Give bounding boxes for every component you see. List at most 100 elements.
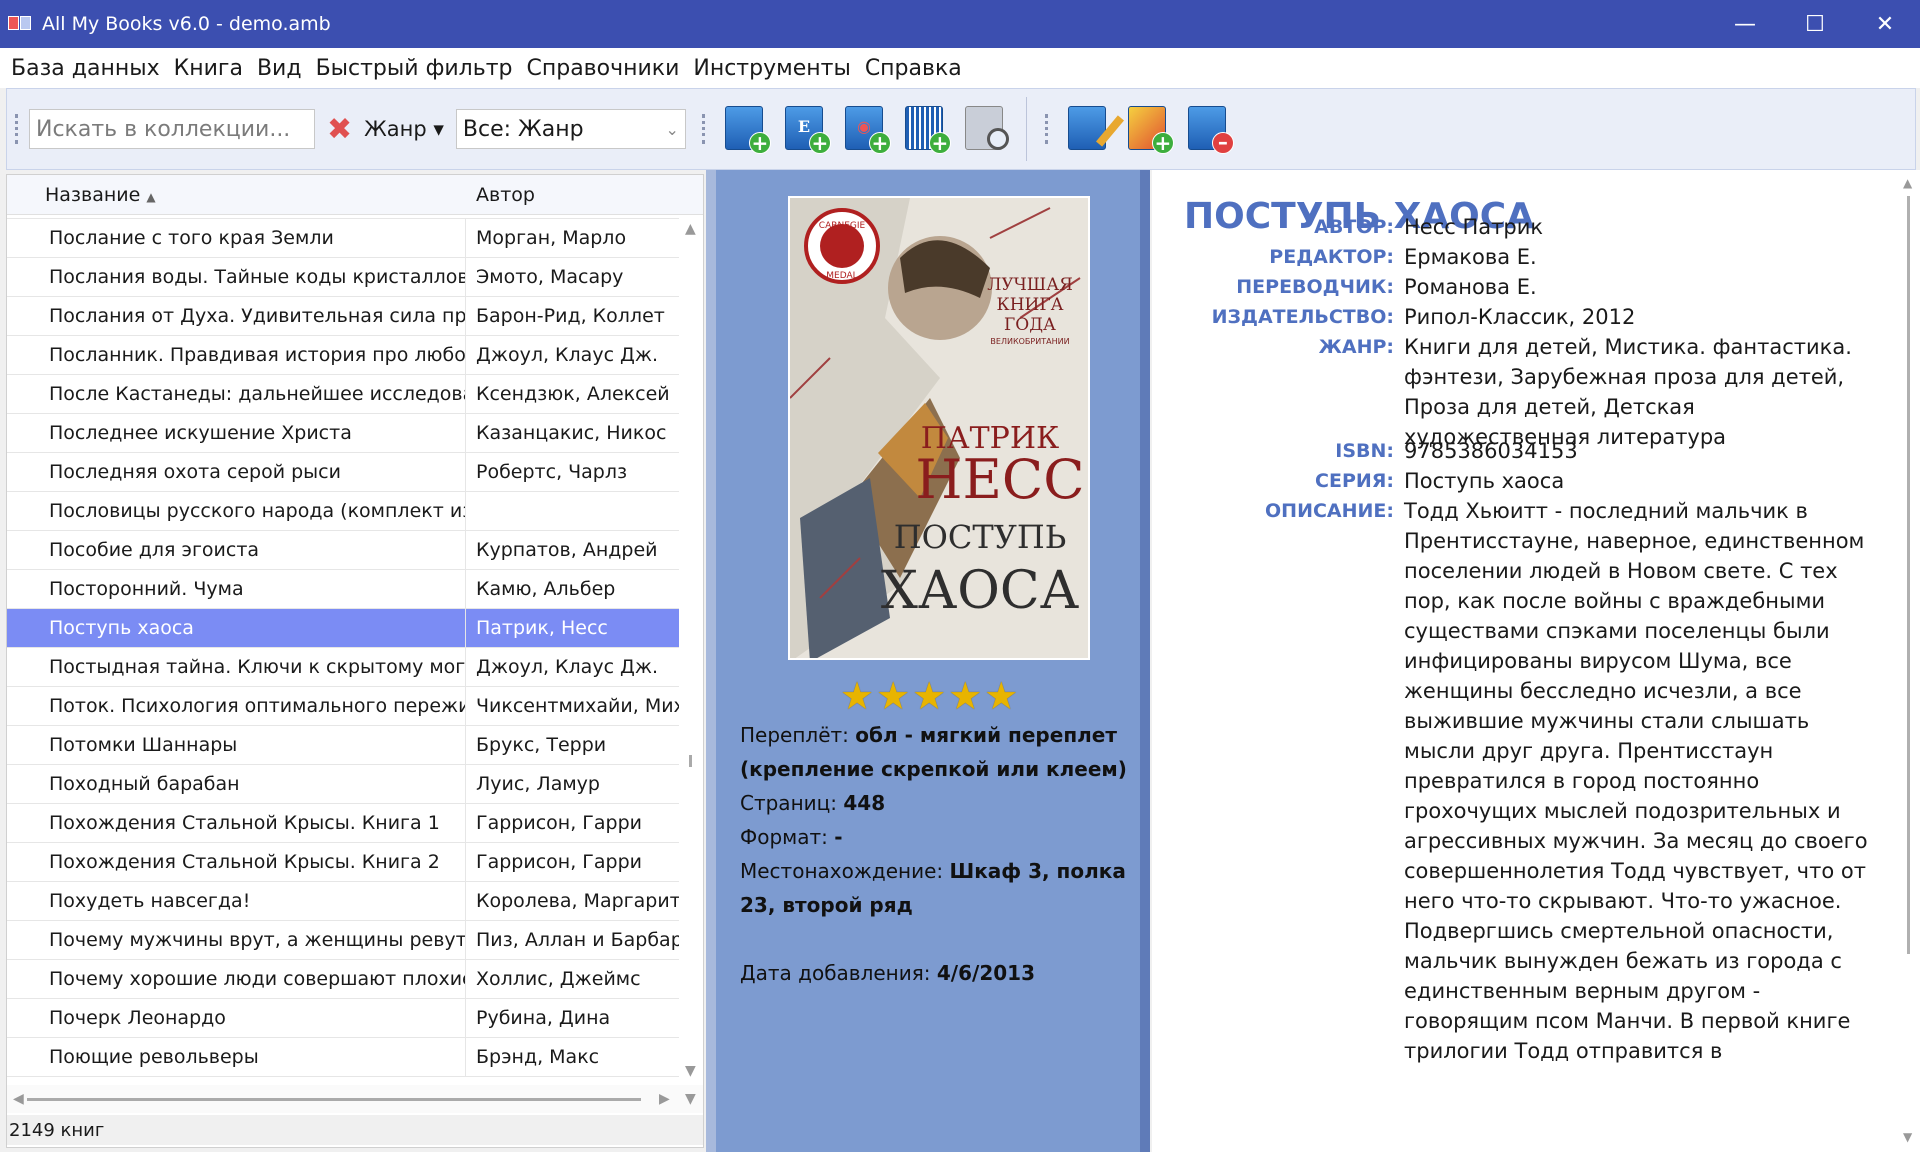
book-title-cell: После Кастанеды: дальнейшее исследование: [7, 375, 466, 413]
delete-book-button[interactable]: –: [1184, 104, 1234, 154]
table-row[interactable]: Послания воды. Тайные коды кристаллов л.…: [7, 258, 679, 297]
list-horizontal-scrollbar[interactable]: ◀ ▶ ▼: [7, 1085, 703, 1113]
table-row[interactable]: Потомки Шаннары Брукс, Терри: [7, 726, 679, 765]
field-label: ЖАНР:: [1318, 336, 1394, 358]
book-title-cell: Послание с того края Земли: [7, 219, 466, 257]
search-input[interactable]: Искать в коллекции...: [29, 109, 315, 149]
book-title-cell: Почерк Леонардо: [7, 999, 466, 1037]
book-title-cell: Пословицы русского народа (комплект из .…: [7, 492, 466, 530]
add-ebook-button[interactable]: E +: [781, 104, 831, 154]
scroll-up-icon[interactable]: ▲: [1903, 176, 1912, 190]
list-vertical-scrollbar[interactable]: ▲ ▼: [679, 215, 703, 1085]
menu-database[interactable]: База данных: [4, 56, 167, 81]
table-row[interactable]: Послание с того края Земли Морган, Марло: [7, 219, 679, 258]
genre-filter-dropdown[interactable]: Жанр ▾: [364, 117, 444, 141]
cover-title-line2: ХАОСА: [881, 561, 1079, 621]
menu-references[interactable]: Справочники: [519, 56, 686, 81]
scroll-down-icon[interactable]: ▼: [1903, 1130, 1912, 1144]
table-row[interactable]: Почерк Леонардо Рубина, Дина: [7, 999, 679, 1038]
field-label: АВТОР:: [1314, 216, 1394, 238]
table-row[interactable]: После Кастанеды: дальнейшее исследование…: [7, 375, 679, 414]
field-label: СЕРИЯ:: [1315, 470, 1394, 492]
menu-book[interactable]: Книга: [167, 56, 250, 81]
edit-book-button[interactable]: [1064, 104, 1124, 154]
table-row[interactable]: Послания от Духа. Удивительная сила пред…: [7, 297, 679, 336]
add-cover-button[interactable]: +: [1124, 104, 1174, 154]
book-title-cell: Последняя охота серой рыси: [7, 453, 466, 491]
detail-scrollbar[interactable]: ▲ ▼: [1902, 174, 1916, 1144]
pages-value: 448: [843, 791, 886, 815]
add-audiobook-button[interactable]: ◉ +: [841, 104, 891, 154]
table-row[interactable]: Поток. Психология оптимального пережив..…: [7, 687, 679, 726]
book-author-cell: Робертс, Чарлз: [476, 461, 628, 483]
book-count-status: 2149 книг: [7, 1115, 703, 1145]
book-list: Название ▲ Автор Послание с того края Зе…: [6, 174, 704, 1148]
detail-field: ОПИСАНИЕ: Тодд Хьюитт - последний мальчик…: [1152, 496, 1912, 1066]
toolbar-grip[interactable]: [701, 114, 708, 144]
search-online-button[interactable]: [961, 104, 1011, 154]
field-value: Рипол-Классик, 2012: [1404, 305, 1636, 329]
close-button[interactable]: ✕: [1850, 0, 1920, 48]
book-author-cell: Патрик, Несс: [476, 617, 608, 639]
book-title-cell: Похудеть навсегда!: [7, 882, 466, 920]
add-book-button[interactable]: +: [721, 104, 771, 154]
book-title-cell: Похождения Стальной Крысы. Книга 1: [7, 804, 466, 842]
detail-field: РЕДАКТОР: Ермакова Е.: [1152, 242, 1912, 272]
scroll-left-icon[interactable]: ◀: [13, 1091, 24, 1107]
book-author-cell: Брукс, Терри: [476, 734, 607, 756]
scroll-thumb[interactable]: [27, 1098, 641, 1101]
minimize-button[interactable]: —: [1710, 0, 1780, 48]
book-author-cell: Морган, Марло: [476, 227, 627, 249]
table-row[interactable]: Последнее искушение Христа Казанцакис, Ни…: [7, 414, 679, 453]
chevron-down-icon: ⌄: [665, 119, 679, 139]
detail-field: ЖАНР: Книги для детей, Мистика. фантастик…: [1152, 332, 1912, 452]
book-title-cell: Почему мужчины врут, а женщины ревут: [7, 921, 466, 959]
table-row[interactable]: Похождения Стальной Крысы. Книга 2 Гаррис…: [7, 843, 679, 882]
table-row[interactable]: Похождения Стальной Крысы. Книга 1 Гаррис…: [7, 804, 679, 843]
added-date-value: 4/6/2013: [936, 961, 1035, 985]
menu-bar: База данных Книга Вид Быстрый фильтр Спр…: [0, 48, 1920, 88]
field-label: ПЕРЕВОДЧИК:: [1236, 276, 1394, 298]
table-row[interactable]: Почему мужчины врут, а женщины ревут Пиз,…: [7, 921, 679, 960]
book-author-cell: Пиз, Аллан и Барбара: [476, 929, 679, 951]
table-row[interactable]: Почему хорошие люди совершают плохие ...…: [7, 960, 679, 999]
table-row[interactable]: Поющие револьверы Брэнд, Макс: [7, 1038, 679, 1077]
scroll-up-icon[interactable]: ▲: [685, 221, 696, 237]
field-label: ISBN:: [1335, 440, 1394, 462]
scroll-thumb[interactable]: [689, 755, 692, 767]
add-by-barcode-button[interactable]: +: [901, 104, 951, 154]
table-row[interactable]: Посторонний. Чума Камю, Альбер: [7, 570, 679, 609]
toolbar: Искать в коллекции... ✖ Жанр ▾ Все: Жанр…: [6, 88, 1916, 170]
menu-quick-filter[interactable]: Быстрый фильтр: [309, 56, 520, 81]
scroll-thumb[interactable]: [1907, 196, 1910, 954]
table-row[interactable]: Пособие для эгоиста Курпатов, Андрей: [7, 531, 679, 570]
scroll-down-icon[interactable]: ▼: [685, 1063, 696, 1079]
menu-tools[interactable]: Инструменты: [686, 56, 857, 81]
column-title-header[interactable]: Название ▲: [7, 184, 466, 206]
menu-view[interactable]: Вид: [250, 56, 309, 81]
detail-field: ПЕРЕВОДЧИК: Романова Е.: [1152, 272, 1912, 302]
table-row[interactable]: Пословицы русского народа (комплект из .…: [7, 492, 679, 531]
scroll-right-icon[interactable]: ▶: [659, 1091, 670, 1107]
book-title-cell: Послания воды. Тайные коды кристаллов л.…: [7, 258, 466, 296]
maximize-button[interactable]: ☐: [1780, 0, 1850, 48]
table-row[interactable]: Постыдная тайна. Ключи к скрытому могущ.…: [7, 648, 679, 687]
scroll-down-icon[interactable]: ▼: [685, 1091, 696, 1107]
table-row[interactable]: Поступь хаоса Патрик, Несс: [7, 609, 679, 648]
book-title-cell: Посланник. Правдивая история про любовь: [7, 336, 466, 374]
toolbar-grip[interactable]: [1044, 114, 1051, 144]
column-author-header[interactable]: Автор: [466, 184, 535, 206]
table-row[interactable]: Походный барабан Луис, Ламур: [7, 765, 679, 804]
book-title-cell: Похождения Стальной Крысы. Книга 2: [7, 843, 466, 881]
rating-stars[interactable]: ★★★★★: [840, 674, 1020, 718]
book-title-cell: Последнее искушение Христа: [7, 414, 466, 452]
menu-help[interactable]: Справка: [858, 56, 969, 81]
detail-field: АВТОР: Несс Патрик: [1152, 212, 1912, 242]
table-row[interactable]: Похудеть навсегда! Королева, Маргарита: [7, 882, 679, 921]
table-row[interactable]: Последняя охота серой рыси Робертс, Чарлз: [7, 453, 679, 492]
clear-search-icon[interactable]: ✖: [327, 112, 352, 147]
genre-select[interactable]: Все: Жанр ⌄: [455, 109, 686, 149]
book-author-cell: Джоул, Клаус Дж.: [476, 344, 659, 366]
table-row[interactable]: Посланник. Правдивая история про любовь Д…: [7, 336, 679, 375]
toolbar-grip[interactable]: [15, 114, 21, 144]
